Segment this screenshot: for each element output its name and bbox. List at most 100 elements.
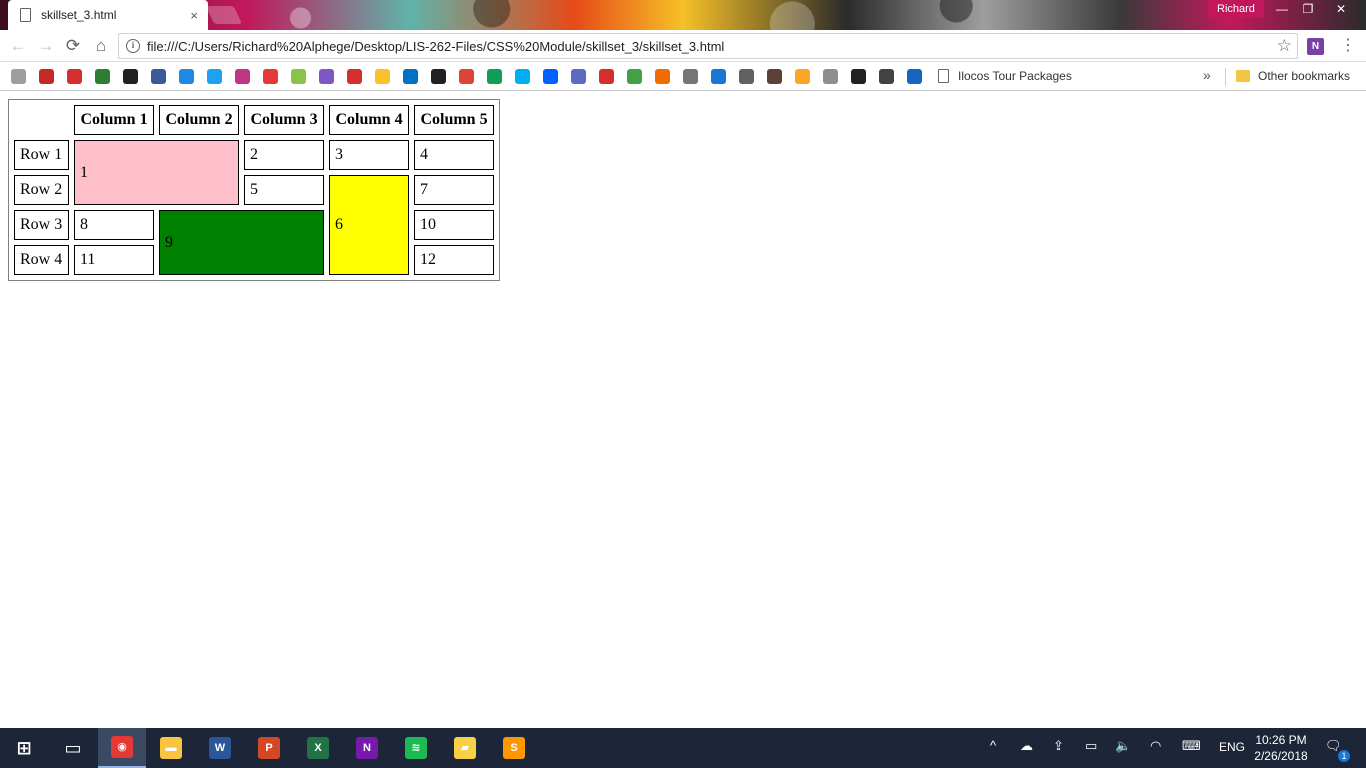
twitter-icon[interactable] (207, 69, 222, 84)
excel-glyph-icon: X (307, 737, 329, 759)
wifi-icon[interactable]: ◠ (1150, 738, 1161, 754)
spotify-taskbar-icon[interactable]: ≋ (392, 728, 440, 768)
word-icon[interactable]: W (196, 728, 244, 768)
tab-close-icon[interactable]: × (190, 8, 198, 23)
shield-bookmark-icon[interactable] (67, 69, 82, 84)
onenote-icon[interactable]: N (343, 728, 391, 768)
word-glyph-icon: W (209, 737, 231, 759)
clock[interactable]: 10:26 PM 2/26/2018 (1250, 732, 1312, 764)
opera-icon[interactable] (599, 69, 614, 84)
circle-bookmark-icon[interactable] (627, 69, 642, 84)
browser-menu-icon[interactable]: ⋮ (1340, 37, 1356, 55)
windows-taskbar: ^ ☁ ⇪ ▭ 🔈 ◠ ⌨ ENG 10:26 PM 2/26/2018 🗨 1… (0, 728, 1366, 768)
reload-button[interactable]: ⟳ (63, 36, 83, 56)
profile-button[interactable]: Richard (1208, 0, 1264, 18)
layers-icon[interactable] (795, 69, 810, 84)
folder-icon (1236, 70, 1250, 82)
table-cell: 10 (414, 210, 494, 240)
table-cell: 4 (414, 140, 494, 170)
powerpoint-glyph-icon: P (258, 737, 280, 759)
youtube-icon[interactable] (263, 69, 278, 84)
url-text[interactable]: file:///C:/Users/Richard%20Alphege/Deskt… (147, 39, 724, 54)
address-bar[interactable]: i file:///C:/Users/Richard%20Alphege/Des… (118, 33, 1298, 59)
yellow-merged-cell: 6 (329, 175, 409, 275)
dropbox-icon[interactable] (543, 69, 558, 84)
onenote-extension-icon[interactable]: N (1307, 38, 1324, 55)
facebook-icon[interactable] (151, 69, 166, 84)
book-bookmark-icon[interactable] (907, 69, 922, 84)
sublime-text-icon[interactable]: S (490, 728, 538, 768)
row-header: Row 1 (14, 140, 69, 170)
shield-blue-icon[interactable] (711, 69, 726, 84)
column-header: Column 4 (329, 105, 409, 135)
sheets-icon[interactable] (487, 69, 502, 84)
start-button[interactable]: ⊞ (0, 728, 48, 768)
google-plus-icon[interactable] (459, 69, 474, 84)
battery-icon[interactable]: ▭ (1085, 738, 1097, 754)
back-button[interactable]: ← (8, 36, 28, 56)
outlook-icon[interactable] (403, 69, 418, 84)
bookmark-ilocos-tour-packages[interactable]: Ilocos Tour Packages (958, 69, 1072, 83)
kotlin-icon[interactable] (655, 69, 670, 84)
column-header: Column 1 (74, 105, 154, 135)
gmail-alt-icon[interactable] (347, 69, 362, 84)
chrome-taskbar-glyph-icon: ◉ (111, 736, 133, 758)
empty-corner-cell (14, 105, 69, 135)
row-header: Row 4 (14, 245, 69, 275)
xbox-icon[interactable] (95, 69, 110, 84)
table-row: Row 1 1 2 3 4 (14, 140, 494, 205)
gmail-icon[interactable] (39, 69, 54, 84)
powerpoint-icon[interactable]: P (245, 728, 293, 768)
onedrive-cloud-icon[interactable]: ☁ (1020, 738, 1033, 754)
network-drive-icon[interactable]: ⇪ (1053, 738, 1064, 754)
table-cell: 3 (329, 140, 409, 170)
more-bookmarks-icon[interactable]: » (1203, 67, 1211, 83)
chrome-icon[interactable] (375, 69, 390, 84)
column-header: Column 3 (244, 105, 324, 135)
tree-icon[interactable] (879, 69, 894, 84)
github-icon[interactable] (123, 69, 138, 84)
onenote-glyph-icon: N (356, 737, 378, 759)
puzzle-icon[interactable] (823, 69, 838, 84)
volume-icon[interactable]: 🔈 (1115, 738, 1131, 754)
show-hidden-icons-chevron-icon[interactable]: ^ (990, 738, 996, 753)
chrome-taskbar-icon[interactable]: ◉ (98, 728, 146, 768)
page-icon (938, 69, 949, 83)
excel-icon[interactable]: X (294, 728, 342, 768)
bookmark-star-icon[interactable]: ☆ (1277, 36, 1292, 56)
google-photos-icon[interactable] (291, 69, 306, 84)
file-explorer-icon[interactable]: ▬ (147, 728, 195, 768)
table-cell: 2 (244, 140, 324, 170)
notification-count-badge: 1 (1338, 750, 1350, 762)
green-merged-cell: 9 (159, 210, 324, 275)
reload-bookmark-icon[interactable] (11, 69, 26, 84)
info-icon[interactable]: i (126, 39, 140, 53)
start-glyph-icon: ⊞ (16, 738, 32, 758)
close-window-button[interactable]: ✕ (1328, 0, 1354, 18)
other-bookmarks[interactable]: Other bookmarks (1258, 69, 1350, 83)
home-button[interactable]: ⌂ (91, 36, 111, 56)
browser-tab[interactable]: skillset_3.html × (8, 0, 208, 30)
cross-bookmark-icon[interactable] (571, 69, 586, 84)
restore-button[interactable]: ❐ (1295, 0, 1321, 18)
skype-icon[interactable] (515, 69, 530, 84)
row-header: Row 2 (14, 175, 69, 205)
instagram-icon[interactable] (235, 69, 250, 84)
page-bookmark-icon[interactable] (683, 69, 698, 84)
spotify-icon[interactable] (431, 69, 446, 84)
clock-time: 10:26 PM (1255, 733, 1307, 747)
language-indicator[interactable]: ENG (1219, 740, 1245, 754)
forward-button[interactable]: → (36, 36, 56, 56)
news-bookmark-icon[interactable] (767, 69, 782, 84)
table-row: Row 3 8 9 10 (14, 210, 494, 275)
museum-icon[interactable] (851, 69, 866, 84)
sticky-notes-icon[interactable]: ▰ (441, 728, 489, 768)
skillset-table: Column 1 Column 2 Column 3 Column 4 Colu… (8, 99, 500, 281)
keyboard-icon[interactable]: ⌨ (1182, 738, 1201, 754)
email-bookmark-icon[interactable] (319, 69, 334, 84)
minimize-button[interactable]: — (1269, 0, 1295, 18)
messenger-icon[interactable] (179, 69, 194, 84)
sticky-notes-glyph-icon: ▰ (454, 737, 476, 759)
task-view-button[interactable]: ▭ (49, 728, 97, 768)
docs-bookmark-icon[interactable] (739, 69, 754, 84)
